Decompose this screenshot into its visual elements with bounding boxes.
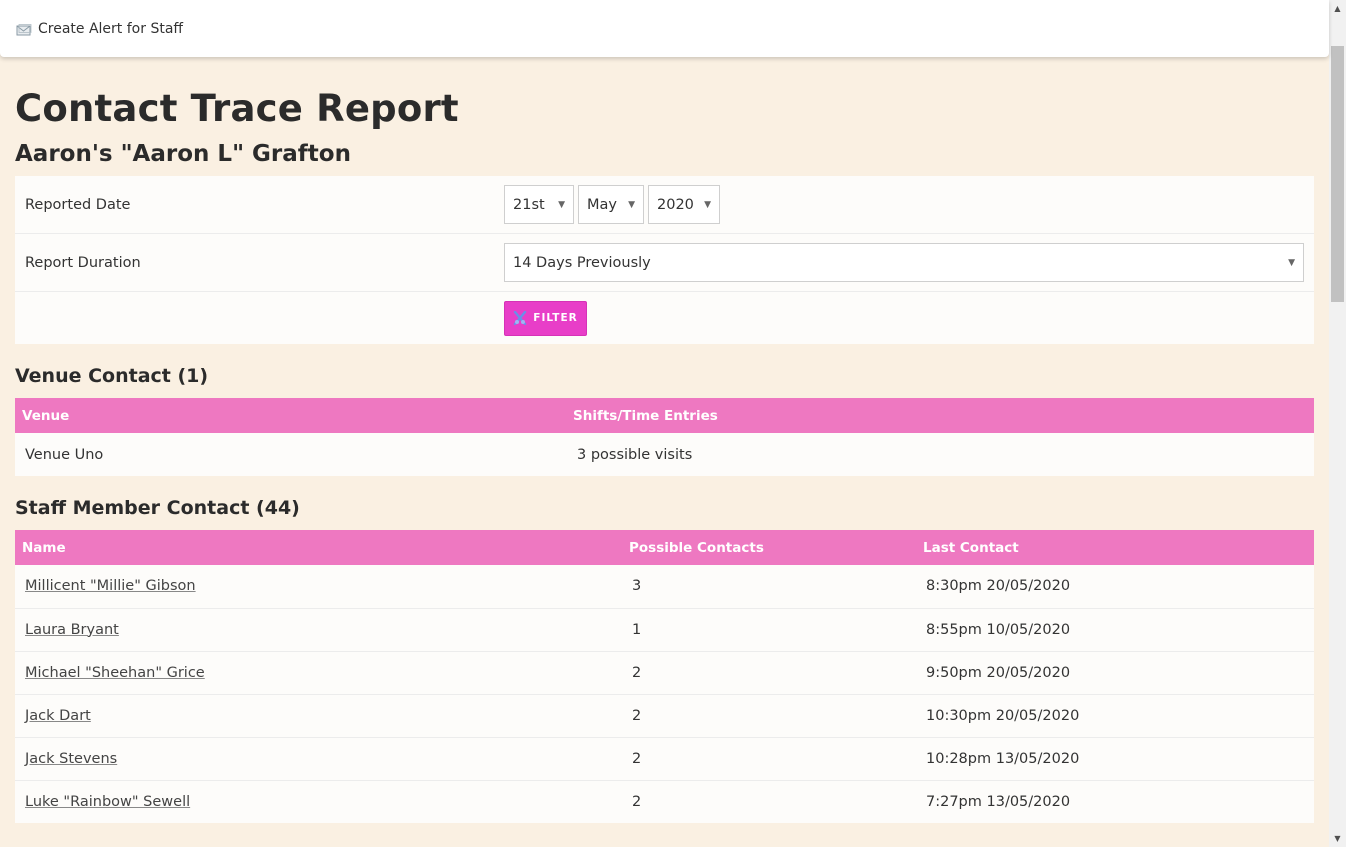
entries-column-header[interactable]: Shifts/Time Entries xyxy=(566,398,1314,433)
month-select[interactable]: May ▼ xyxy=(578,185,644,224)
venue-name: Venue Uno xyxy=(25,446,104,463)
table-row: Jack Dart 2 10:30pm 20/05/2020 xyxy=(15,694,1314,738)
reported-date-row: Reported Date 21st ▼ May ▼ 2020 ▼ xyxy=(15,176,1314,234)
staff-name-link[interactable]: Michael "Sheehan" Grice xyxy=(25,665,205,681)
scroll-down-arrow-icon[interactable]: ▼ xyxy=(1329,830,1346,847)
report-duration-row: Report Duration 14 Days Previously ▼ xyxy=(15,234,1314,292)
scrollbar-thumb[interactable] xyxy=(1331,46,1344,302)
report-duration-label: Report Duration xyxy=(25,254,141,271)
top-bar: Create Alert for Staff xyxy=(0,0,1329,57)
last-contact: 9:50pm 20/05/2020 xyxy=(916,651,1314,695)
staff-table: Name Possible Contacts Last Contact Mill… xyxy=(15,530,1314,823)
table-row: Michael "Sheehan" Grice 2 9:50pm 20/05/2… xyxy=(15,651,1314,695)
staff-contact-title: Staff Member Contact (44) xyxy=(15,497,300,519)
page-title: Contact Trace Report xyxy=(15,87,459,130)
venue-entries: 3 possible visits xyxy=(577,446,693,463)
day-select[interactable]: 21st ▼ xyxy=(504,185,574,224)
year-value: 2020 xyxy=(657,196,694,213)
last-contact-column-header[interactable]: Last Contact xyxy=(916,530,1314,565)
month-value: May xyxy=(587,196,617,213)
table-row: Laura Bryant 1 8:55pm 10/05/2020 xyxy=(15,608,1314,652)
table-row: Jack Stevens 2 10:28pm 13/05/2020 xyxy=(15,737,1314,781)
last-contact: 7:27pm 13/05/2020 xyxy=(926,793,1071,810)
person-name: Aaron's "Aaron L" Grafton xyxy=(15,141,351,167)
name-column-header[interactable]: Name xyxy=(15,530,622,565)
envelope-icon xyxy=(16,23,32,36)
chevron-down-icon: ▼ xyxy=(704,199,711,210)
staff-name-link[interactable]: Jack Dart xyxy=(25,708,91,724)
reported-date-label: Reported Date xyxy=(25,196,131,213)
venue-column-header[interactable]: Venue xyxy=(15,398,566,433)
table-row: Venue Uno 3 possible visits xyxy=(15,433,1314,476)
table-row: Millicent "Millie" Gibson 3 8:30pm 20/05… xyxy=(15,565,1314,609)
staff-name-link[interactable]: Jack Stevens xyxy=(25,751,117,767)
staff-name-link[interactable]: Millicent "Millie" Gibson xyxy=(25,578,196,594)
filter-panel: Reported Date 21st ▼ May ▼ 2020 ▼ Report… xyxy=(15,176,1314,344)
filter-icon xyxy=(513,310,527,326)
main-content: Contact Trace Report Aaron's "Aaron L" G… xyxy=(15,57,1314,823)
possible-contacts: 2 xyxy=(622,694,916,738)
last-contact: 10:28pm 13/05/2020 xyxy=(916,737,1314,781)
chevron-down-icon: ▼ xyxy=(1288,257,1295,268)
possible-contacts: 2 xyxy=(632,793,642,810)
last-contact: 8:55pm 10/05/2020 xyxy=(916,608,1314,652)
staff-name-link[interactable]: Laura Bryant xyxy=(25,622,119,638)
venue-contact-title: Venue Contact (1) xyxy=(15,365,209,387)
chevron-down-icon: ▼ xyxy=(628,199,635,210)
filter-button-label: FILTER xyxy=(533,312,578,324)
possible-contacts: 2 xyxy=(622,737,916,781)
possible-contacts: 3 xyxy=(622,565,916,609)
filter-button-row: FILTER xyxy=(15,292,1314,344)
last-contact: 8:30pm 20/05/2020 xyxy=(916,565,1314,609)
duration-select[interactable]: 14 Days Previously ▼ xyxy=(504,243,1304,282)
venue-table: Venue Shifts/Time Entries Venue Uno 3 po… xyxy=(15,398,1314,476)
possible-contacts: 1 xyxy=(622,608,916,652)
chevron-down-icon: ▼ xyxy=(558,199,565,210)
day-value: 21st xyxy=(513,196,545,213)
possible-contacts: 2 xyxy=(622,651,916,695)
contacts-column-header[interactable]: Possible Contacts xyxy=(622,530,916,565)
year-select[interactable]: 2020 ▼ xyxy=(648,185,720,224)
last-contact: 10:30pm 20/05/2020 xyxy=(916,694,1314,738)
vertical-scrollbar[interactable]: ▲ ▼ xyxy=(1329,0,1346,847)
filter-button[interactable]: FILTER xyxy=(504,300,587,336)
table-row: Luke "Rainbow" Sewell 2 7:27pm 13/05/202… xyxy=(15,780,1314,823)
duration-value: 14 Days Previously xyxy=(513,254,651,271)
scroll-up-arrow-icon[interactable]: ▲ xyxy=(1329,0,1346,17)
staff-name-link[interactable]: Luke "Rainbow" Sewell xyxy=(25,794,190,810)
create-alert-link[interactable]: Create Alert for Staff xyxy=(38,21,183,37)
